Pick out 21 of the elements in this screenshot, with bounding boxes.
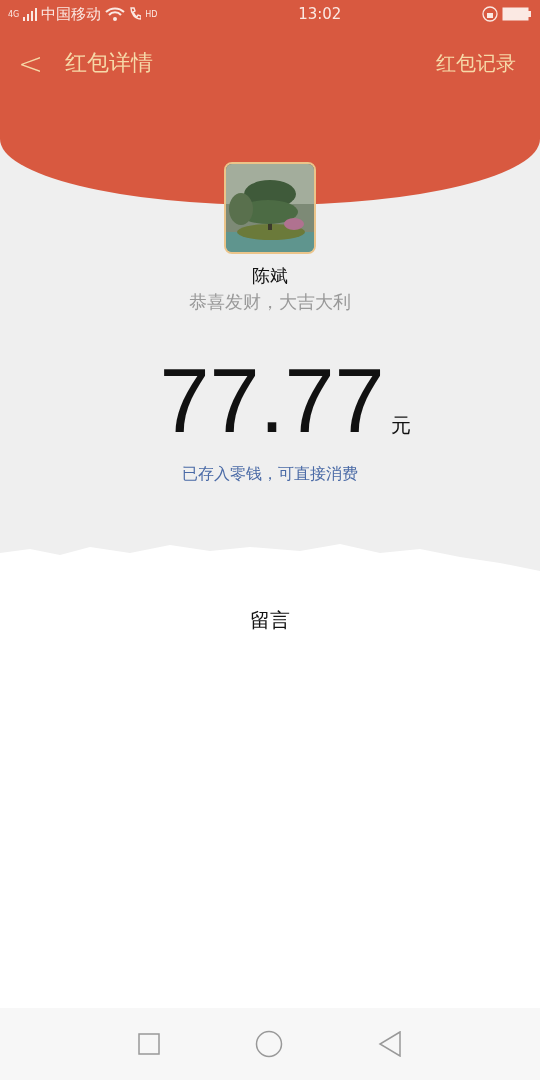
records-link[interactable]: 红包记录 (436, 49, 516, 77)
greeting: 恭喜发财，大吉大利 (189, 290, 351, 314)
amount: 77.77 (159, 356, 385, 446)
message-label: 留言 (250, 607, 290, 634)
back-button[interactable]: < (18, 45, 44, 81)
back-nav-button[interactable] (378, 1031, 403, 1057)
page-title: 红包详情 (65, 49, 155, 77)
sender-name: 陈斌 (252, 264, 288, 288)
wallet-note[interactable]: 已存入零钱，可直接消费 (182, 464, 358, 485)
carrier-name: 中国移动 (41, 4, 102, 24)
rotation-lock-icon (482, 6, 498, 22)
phone-icon (129, 7, 142, 21)
battery-icon (502, 7, 532, 21)
wifi-icon (105, 7, 126, 21)
home-button[interactable] (255, 1030, 283, 1058)
clock: 13:02 (298, 5, 342, 23)
signal-icon (23, 7, 38, 21)
recents-button[interactable] (137, 1033, 160, 1055)
currency-unit: 元 (390, 412, 411, 439)
network-label: 4G (8, 9, 20, 19)
call-label: HD (145, 9, 158, 19)
